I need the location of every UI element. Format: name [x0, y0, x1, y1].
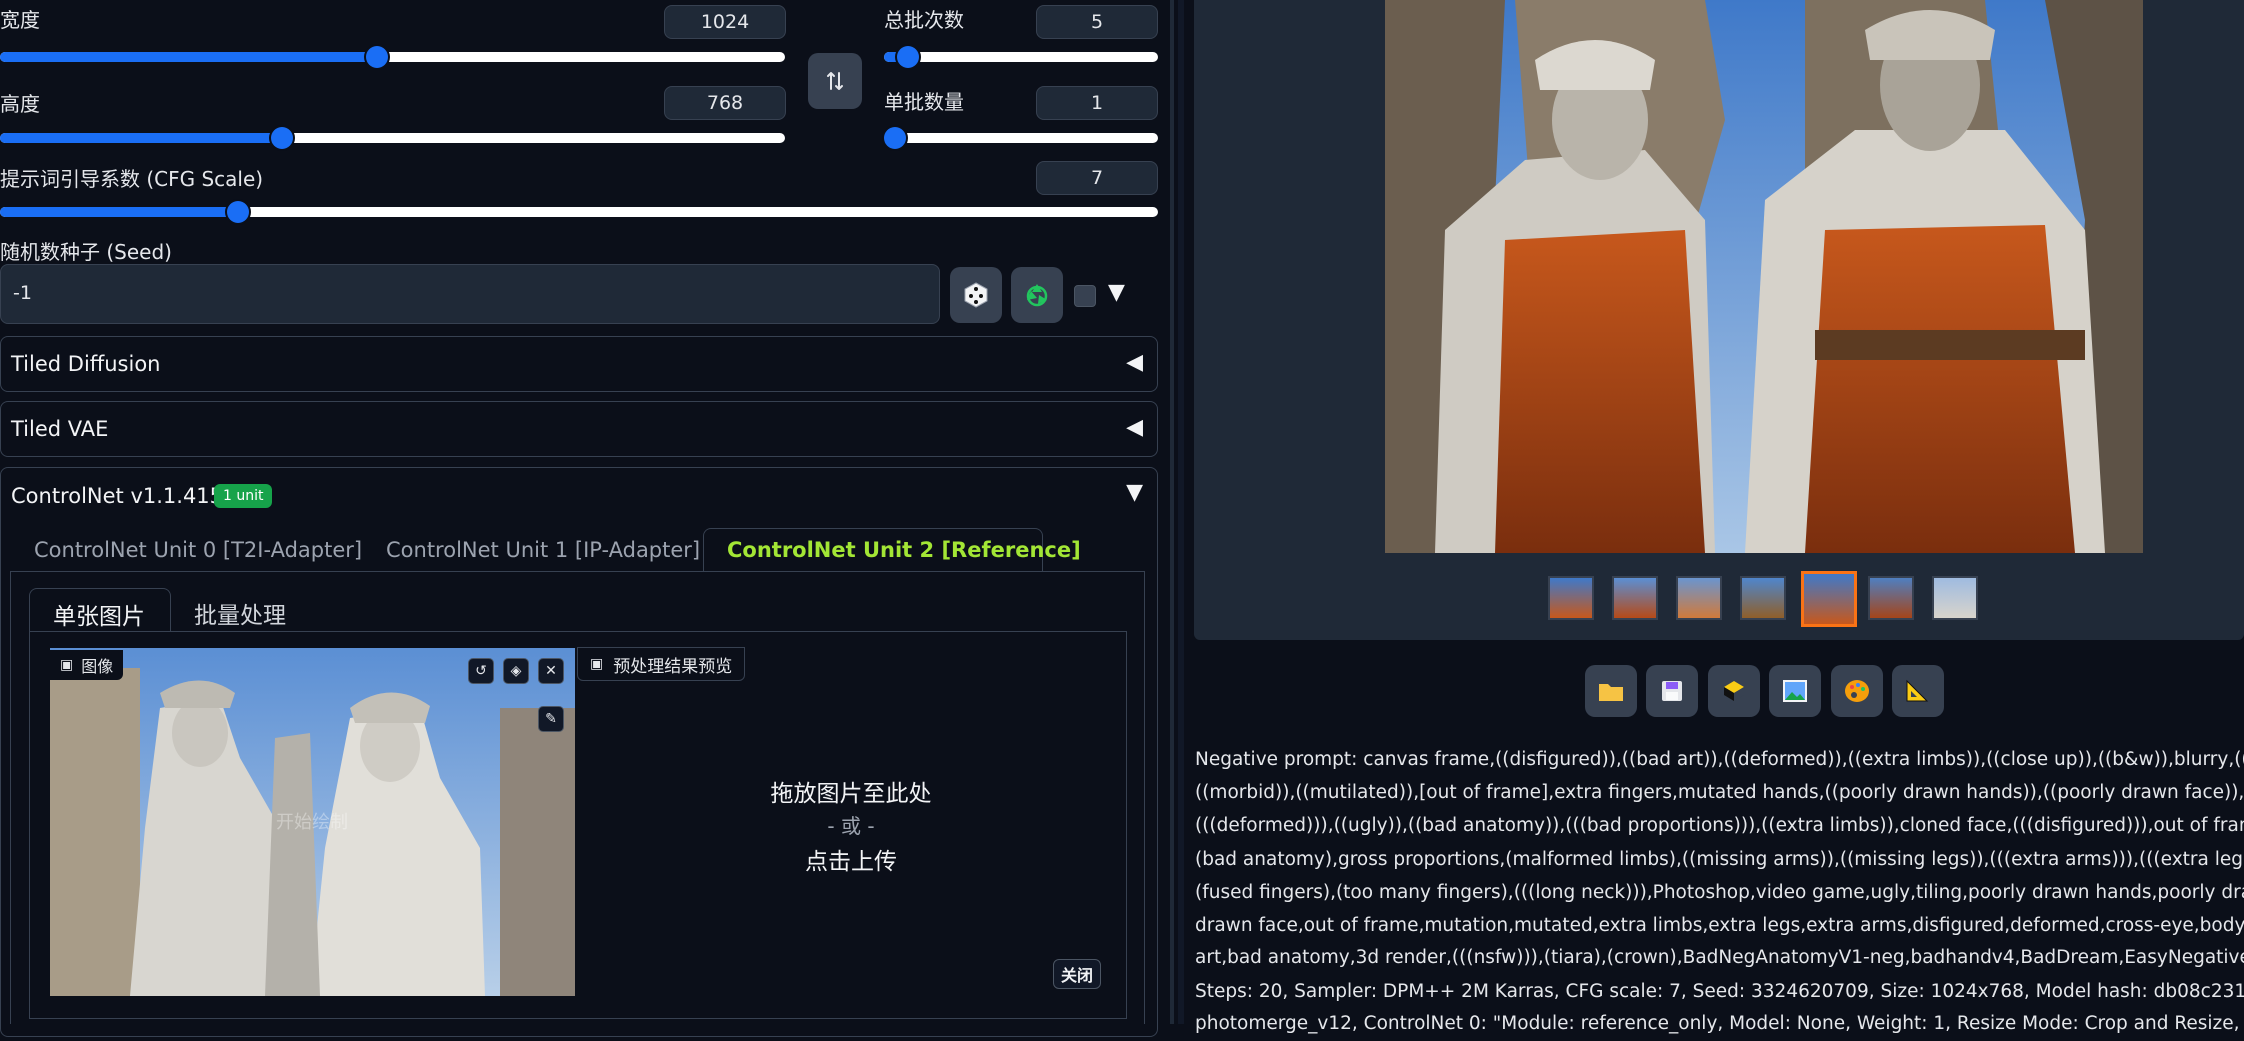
ruler-icon: [1906, 679, 1929, 702]
width-label: 宽度: [0, 8, 40, 32]
thumbnail-4[interactable]: [1740, 576, 1786, 620]
save-icon: [1662, 681, 1682, 701]
info-line-7: art,bad anatomy,3d render,(((nsfw))),(ti…: [1195, 947, 2244, 968]
send-to-img2img-button[interactable]: [1769, 665, 1821, 717]
batch-count-slider-thumb[interactable]: [896, 46, 919, 68]
tiled-diffusion-title: Tiled Diffusion: [11, 352, 161, 376]
tab-single-image[interactable]: 单张图片: [29, 588, 171, 632]
info-line-5: (fused fingers),(too many fingers),(((lo…: [1195, 882, 2244, 903]
batch-size-slider-thumb[interactable]: [884, 127, 906, 149]
watermark-text: 开始绘制: [276, 812, 348, 833]
height-slider[interactable]: [0, 133, 785, 143]
tab-single-image-label: 单张图片: [53, 604, 145, 630]
image-label-chip: ▣ 图像: [50, 650, 124, 680]
undo-icon[interactable]: ↺: [468, 658, 494, 684]
batch-count-input[interactable]: 5: [1036, 5, 1158, 39]
tiled-diffusion-accordion[interactable]: Tiled Diffusion ◀: [0, 336, 1158, 392]
swap-arrows-icon: [827, 72, 843, 90]
send-to-extras-button[interactable]: [1892, 665, 1944, 717]
batch-size-slider[interactable]: [884, 133, 1158, 143]
tab-controlnet-unit-0[interactable]: ControlNet Unit 0 [T2I-Adapter]: [34, 538, 362, 562]
random-seed-button[interactable]: [950, 267, 1002, 323]
click-upload-text: 点击上传: [805, 849, 897, 875]
palette-icon: [1845, 680, 1869, 702]
output-image[interactable]: [1385, 0, 2143, 553]
width-slider-thumb[interactable]: [366, 46, 389, 68]
height-slider-thumb[interactable]: [270, 127, 293, 149]
collapse-arrow-icon: ◀: [1126, 350, 1143, 375]
cfg-slider[interactable]: [0, 207, 1158, 217]
drop-text: 拖放图片至此处: [770, 781, 932, 807]
brush-icon[interactable]: ✎: [538, 706, 564, 732]
reuse-seed-button[interactable]: [1011, 267, 1063, 323]
width-slider[interactable]: [0, 52, 785, 62]
seed-label: 随机数种子 (Seed): [0, 240, 172, 264]
info-line-8: Steps: 20, Sampler: DPM++ 2M Karras, CFG…: [1195, 981, 2244, 1002]
send-to-inpaint-button[interactable]: [1831, 665, 1883, 717]
info-line-4: (bad anatomy),gross proportions,(malform…: [1195, 849, 2244, 870]
cfg-input[interactable]: 7: [1036, 161, 1158, 195]
unit-count-badge: 1 unit: [214, 484, 273, 508]
collapse-arrow-icon: ◀: [1126, 415, 1143, 440]
scrollbar-track[interactable]: [1178, 0, 1184, 1024]
thumbnail-3[interactable]: [1676, 576, 1722, 620]
thumbnail-7[interactable]: [1932, 576, 1978, 620]
tiled-vae-title: Tiled VAE: [11, 417, 109, 441]
seed-input[interactable]: -1: [0, 264, 940, 324]
tab-controlnet-unit-2[interactable]: ControlNet Unit 2 [Reference]: [703, 528, 1081, 572]
tab-controlnet-unit-1[interactable]: ControlNet Unit 1 [IP-Adapter]: [386, 538, 700, 562]
upload-dropzone[interactable]: 拖放图片至此处 - 或 - 点击上传: [577, 690, 1125, 1010]
open-folder-button[interactable]: [1585, 665, 1637, 717]
swap-dimensions-button[interactable]: [808, 53, 862, 109]
tiled-vae-accordion[interactable]: Tiled VAE ◀: [0, 401, 1158, 457]
zip-button[interactable]: [1708, 665, 1760, 717]
panel-divider: [1170, 0, 1174, 1024]
info-line-1: Negative prompt: canvas frame,((disfigur…: [1195, 749, 2244, 770]
batch-size-input[interactable]: 1: [1036, 86, 1158, 120]
thumbnail-2[interactable]: [1612, 576, 1658, 620]
save-button[interactable]: [1646, 665, 1698, 717]
dice-icon: [964, 282, 988, 308]
eraser-icon[interactable]: ◈: [503, 658, 529, 684]
thumbnail-1[interactable]: [1548, 576, 1594, 620]
thumbnail-6[interactable]: [1868, 576, 1914, 620]
image-icon: [1783, 680, 1807, 702]
seed-value: -1: [13, 282, 32, 304]
height-input[interactable]: 768: [664, 86, 786, 120]
info-line-3: (((deformed))),((ugly)),((bad anatomy)),…: [1195, 815, 2244, 836]
info-line-2: ((morbid)),((mutilated)),[out of frame],…: [1195, 782, 2244, 803]
extra-seed-checkbox[interactable]: [1074, 285, 1096, 307]
close-preview-button[interactable]: 关闭: [1053, 959, 1102, 989]
thumbnail-5-selected[interactable]: [1801, 571, 1857, 627]
controlnet-title: ControlNet v1.1.415: [11, 484, 224, 508]
batch-count-slider[interactable]: [884, 52, 1158, 62]
image-label: 图像: [81, 657, 114, 676]
close-icon[interactable]: ✕: [538, 658, 564, 684]
folder-icon: [1599, 684, 1623, 701]
width-input[interactable]: 1024: [664, 5, 786, 39]
info-line-6: drawn face,out of frame,mutation,mutated…: [1195, 915, 2244, 936]
preprocessor-preview-label: 预处理结果预览: [613, 656, 733, 677]
zip-icon: [1724, 681, 1744, 701]
or-text: - 或 -: [827, 814, 875, 838]
tab-controlnet-unit-2-label: ControlNet Unit 2 [Reference]: [727, 538, 1081, 562]
batch-count-label: 总批次数: [884, 8, 964, 32]
height-label: 高度: [0, 92, 40, 116]
batch-size-label: 单批数量: [884, 90, 964, 114]
extra-seed-toggle-icon[interactable]: ▼: [1108, 280, 1125, 305]
info-line-9: photomerge_v12, ControlNet 0: "Module: r…: [1195, 1013, 2244, 1034]
tab-batch[interactable]: 批量处理: [194, 596, 286, 630]
cfg-label: 提示词引导系数 (CFG Scale): [0, 167, 264, 191]
cfg-slider-thumb[interactable]: [227, 201, 250, 223]
image-icon: ▣: [590, 656, 604, 672]
image-icon: ▣: [60, 657, 74, 673]
expand-arrow-icon[interactable]: ▼: [1126, 480, 1143, 505]
generated-image: [1385, 0, 2143, 553]
recycle-icon: [1026, 284, 1048, 307]
preprocessor-preview-tab[interactable]: ▣ 预处理结果预览: [577, 647, 746, 681]
